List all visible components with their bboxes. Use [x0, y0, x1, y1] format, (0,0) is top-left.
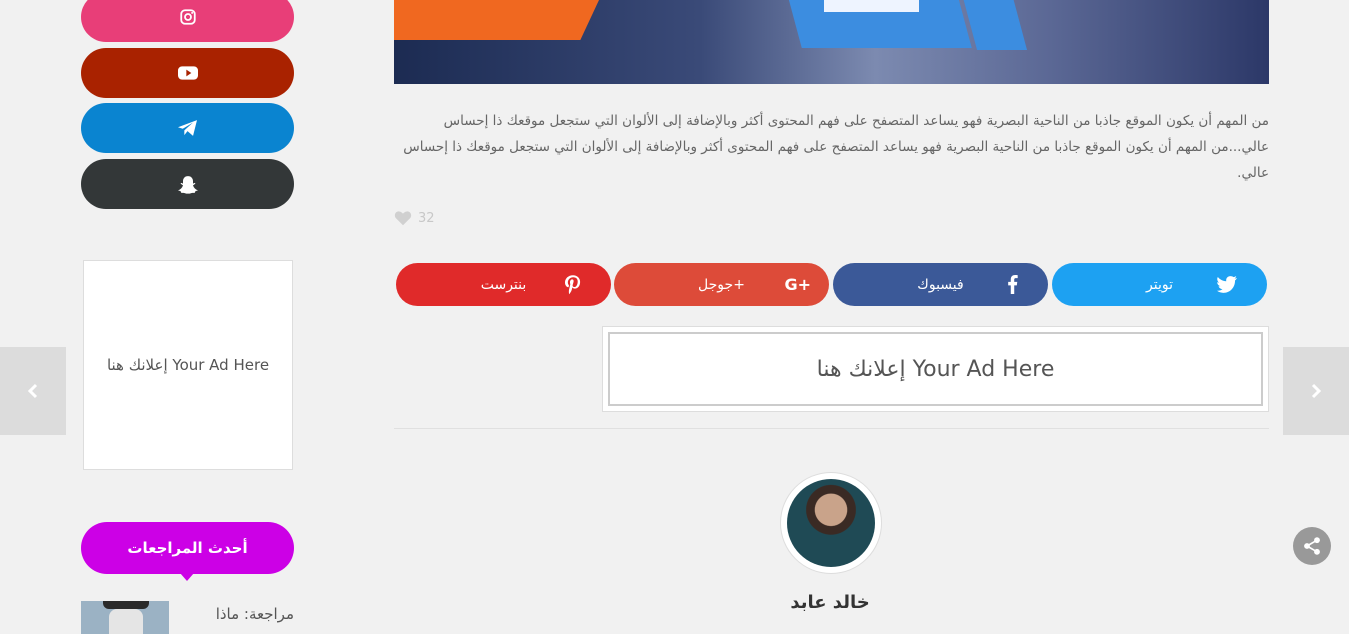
telegram-button[interactable]	[81, 103, 294, 153]
chevron-left-icon	[27, 383, 38, 399]
sidebar-ad-text: إعلانك هنا Your Ad Here	[106, 356, 270, 374]
content-ad-text: إعلانك هنا Your Ad Here	[816, 356, 1055, 382]
article-excerpt: من المهم أن يكون الموقع جاذبا من الناحية…	[403, 113, 1269, 181]
next-post-arrow[interactable]	[1283, 347, 1349, 435]
review-thumbnail[interactable]	[81, 601, 169, 634]
floating-share-button[interactable]	[1293, 527, 1331, 565]
section-divider	[394, 428, 1269, 429]
share-pinterest-button[interactable]: بنترست	[396, 263, 611, 306]
review-title[interactable]: مراجعة: ماذا	[216, 605, 294, 623]
sidebar-ad-banner[interactable]: إعلانك هنا Your Ad Here	[83, 260, 293, 470]
author-avatar[interactable]	[781, 473, 881, 573]
featured-image	[394, 0, 1269, 84]
latest-reviews-title: أحدث المراجعات	[81, 522, 294, 581]
facebook-icon	[1008, 275, 1018, 294]
instagram-button[interactable]	[81, 0, 294, 42]
likes-counter[interactable]: 32	[394, 210, 435, 226]
share-facebook-button[interactable]: فيسبوك	[833, 263, 1048, 306]
heart-icon	[394, 211, 412, 226]
share-twitter-button[interactable]: تويتر	[1052, 263, 1267, 306]
author-name[interactable]: خالد عابد	[700, 592, 960, 613]
twitter-icon	[1217, 276, 1237, 293]
share-google-button[interactable]: جوجل+ G+	[614, 263, 829, 306]
share-icon	[1304, 537, 1320, 555]
instagram-icon	[179, 9, 196, 25]
chevron-right-icon	[1311, 383, 1322, 399]
youtube-button[interactable]	[81, 48, 294, 98]
likes-count: 32	[418, 210, 435, 226]
pinterest-icon	[565, 274, 581, 294]
snapchat-button[interactable]	[81, 159, 294, 209]
telegram-icon	[178, 120, 197, 136]
google-plus-icon: G+	[784, 275, 811, 294]
latest-reviews-label: أحدث المراجعات	[127, 539, 248, 557]
snapchat-icon	[177, 175, 198, 194]
youtube-icon	[177, 66, 198, 80]
prev-post-arrow[interactable]	[0, 347, 66, 435]
content-ad-banner[interactable]: إعلانك هنا Your Ad Here	[602, 326, 1269, 412]
